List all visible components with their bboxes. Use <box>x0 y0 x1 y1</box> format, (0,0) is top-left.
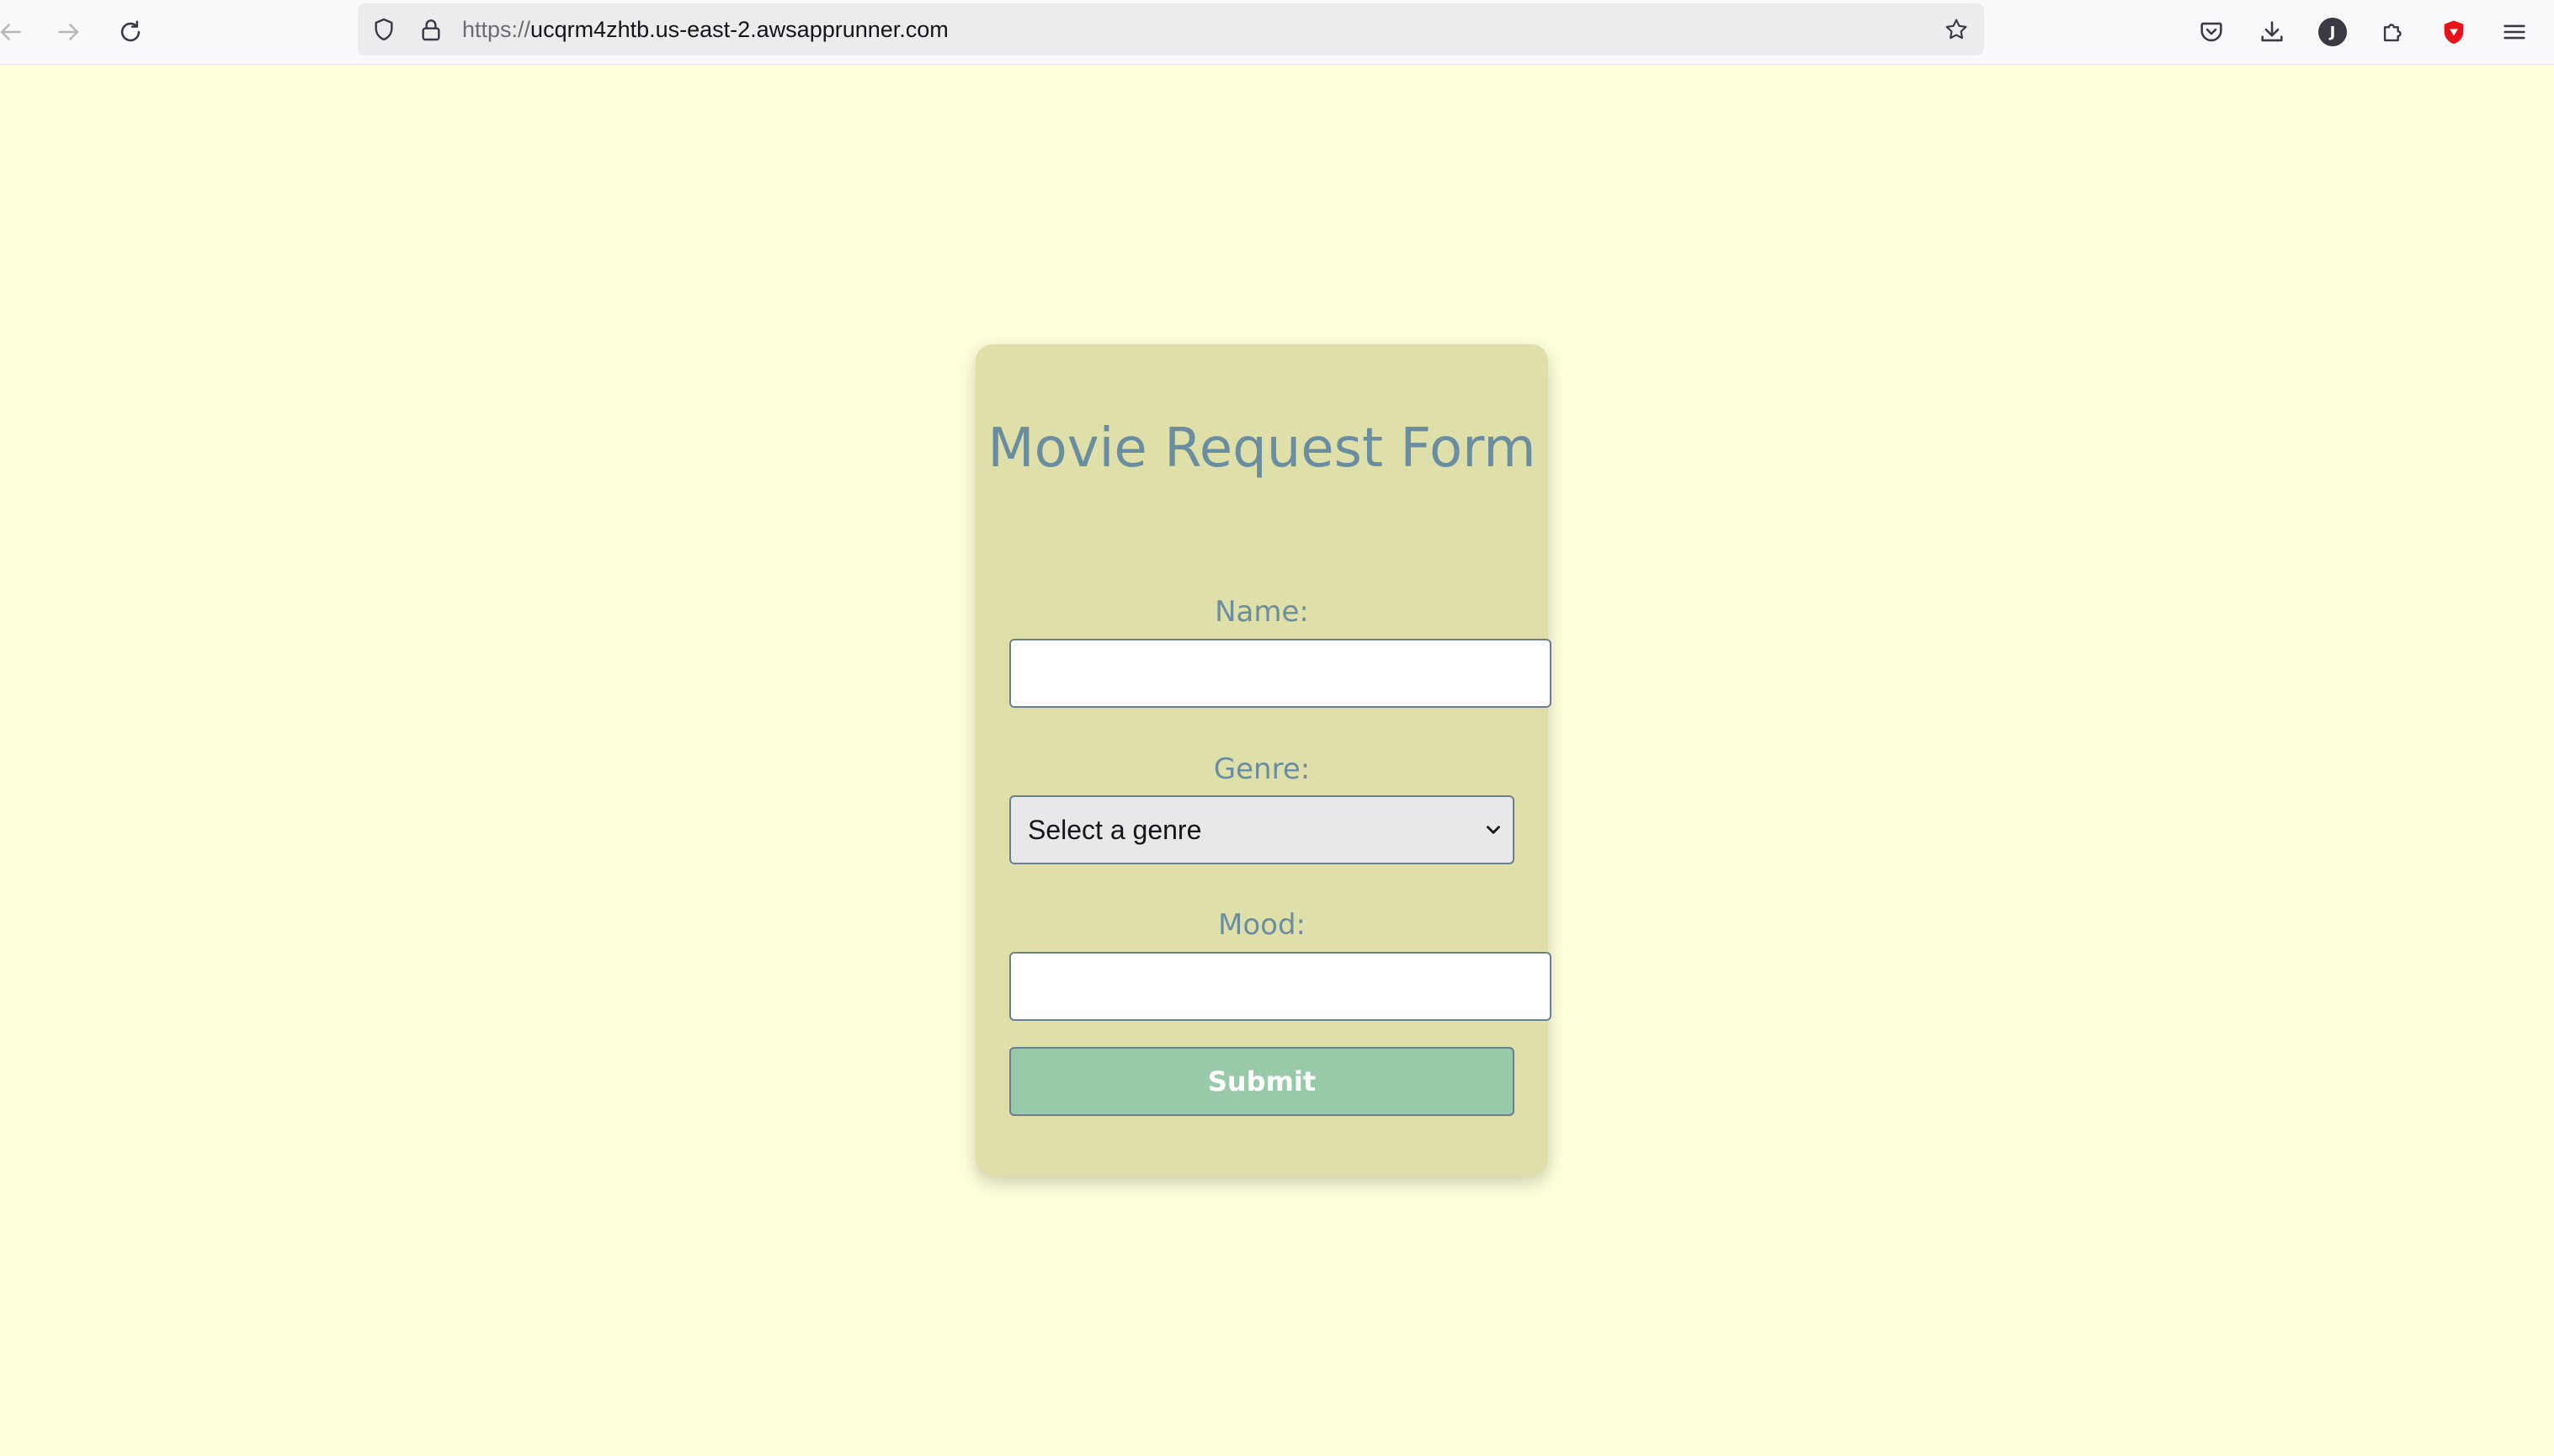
url-bar[interactable]: https://ucqrm4zhtb.us-east-2.awsapprunne… <box>358 3 1984 56</box>
submit-button[interactable]: Submit <box>1009 1047 1514 1116</box>
star-icon[interactable] <box>1942 15 1971 44</box>
genre-select[interactable]: Select a genre <box>1009 795 1514 864</box>
form-title: Movie Request Form <box>987 417 1536 480</box>
movie-request-form: Movie Request Form Name: Genre: Select a… <box>976 344 1551 1176</box>
back-arrow-icon[interactable] <box>0 12 30 52</box>
name-input[interactable] <box>1009 639 1551 708</box>
mood-input[interactable] <box>1009 952 1551 1021</box>
hamburger-menu-icon[interactable] <box>2494 12 2535 52</box>
browser-toolbar: https://ucqrm4zhtb.us-east-2.awsapprunne… <box>0 0 2554 65</box>
genre-label: Genre: <box>1213 752 1311 786</box>
genre-selected-value: Select a genre <box>1028 815 1202 845</box>
url-host: ucqrm4zhtb.us-east-2.awsapprunner.com <box>530 17 949 42</box>
ublock-shield-icon[interactable] <box>2434 12 2474 52</box>
puzzle-icon[interactable] <box>2373 12 2413 52</box>
shield-icon[interactable] <box>370 15 398 44</box>
url-text[interactable]: https://ucqrm4zhtb.us-east-2.awsapprunne… <box>462 3 949 56</box>
url-scheme: https:// <box>462 17 531 42</box>
account-avatar[interactable]: J <box>2312 12 2353 52</box>
chevron-down-icon <box>1481 817 1506 842</box>
pocket-icon[interactable] <box>2191 12 2232 52</box>
name-label: Name: <box>1215 595 1309 629</box>
mood-label: Mood: <box>1218 908 1306 942</box>
forward-arrow-icon[interactable] <box>49 12 89 52</box>
lock-icon[interactable] <box>417 15 445 44</box>
avatar-initial: J <box>2318 18 2347 46</box>
download-icon[interactable] <box>2252 12 2292 52</box>
reload-icon[interactable] <box>110 12 151 52</box>
